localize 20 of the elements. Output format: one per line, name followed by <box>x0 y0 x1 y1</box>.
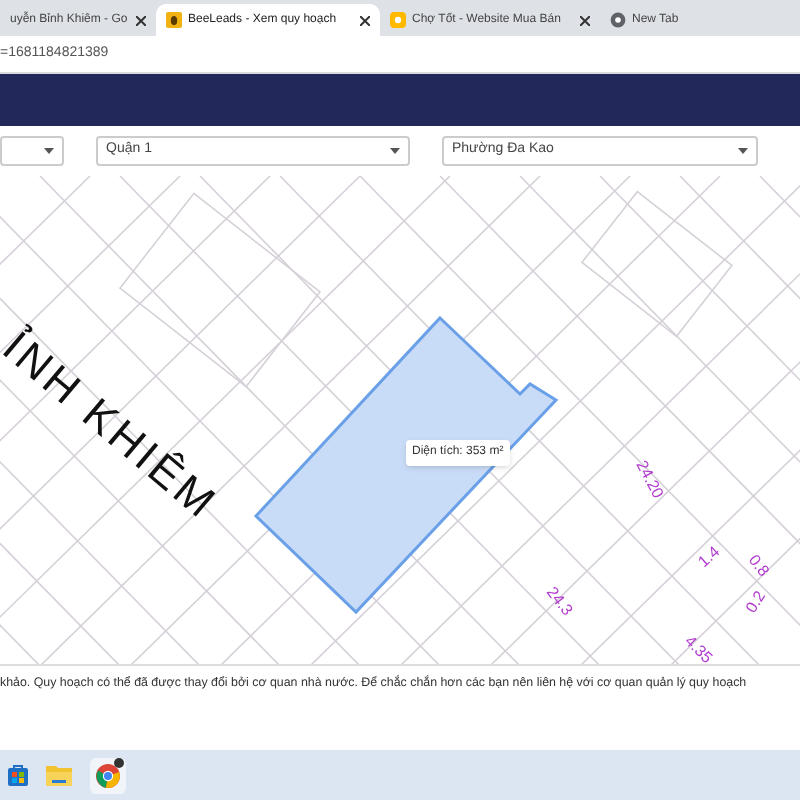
caret-icon <box>390 148 400 154</box>
browser-taskbar-button[interactable] <box>90 757 126 793</box>
select-field[interactable] <box>0 136 64 166</box>
folder-icon[interactable] <box>46 764 72 786</box>
caret-icon <box>738 148 748 154</box>
shop-favicon-icon <box>390 12 406 28</box>
close-icon[interactable] <box>360 15 370 25</box>
close-icon[interactable] <box>580 15 590 25</box>
caret-icon <box>44 148 54 154</box>
dimension-label: 0.8 <box>744 551 773 580</box>
globe-icon <box>610 12 626 28</box>
dimension-label: 24.20 <box>632 457 668 502</box>
dimension-label: 0.2 <box>742 587 770 617</box>
bee-favicon-icon <box>166 12 182 28</box>
store-icon[interactable] <box>8 764 28 786</box>
close-icon[interactable] <box>136 15 146 25</box>
browser-icon <box>96 763 120 787</box>
dimension-label: 4.35 <box>681 632 716 664</box>
notification-badge <box>114 757 124 767</box>
dimension-label: 1.4 <box>694 542 724 571</box>
